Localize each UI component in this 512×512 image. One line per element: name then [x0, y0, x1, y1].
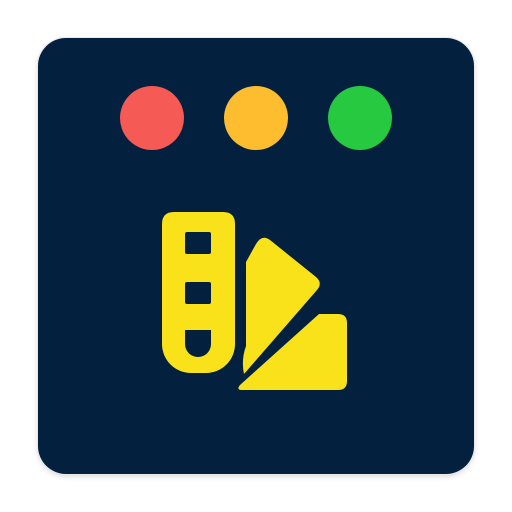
swatch-strip-icon: [162, 212, 235, 373]
swatch-leaf-icon: [238, 237, 347, 390]
color-swatch-icon: [162, 212, 347, 390]
